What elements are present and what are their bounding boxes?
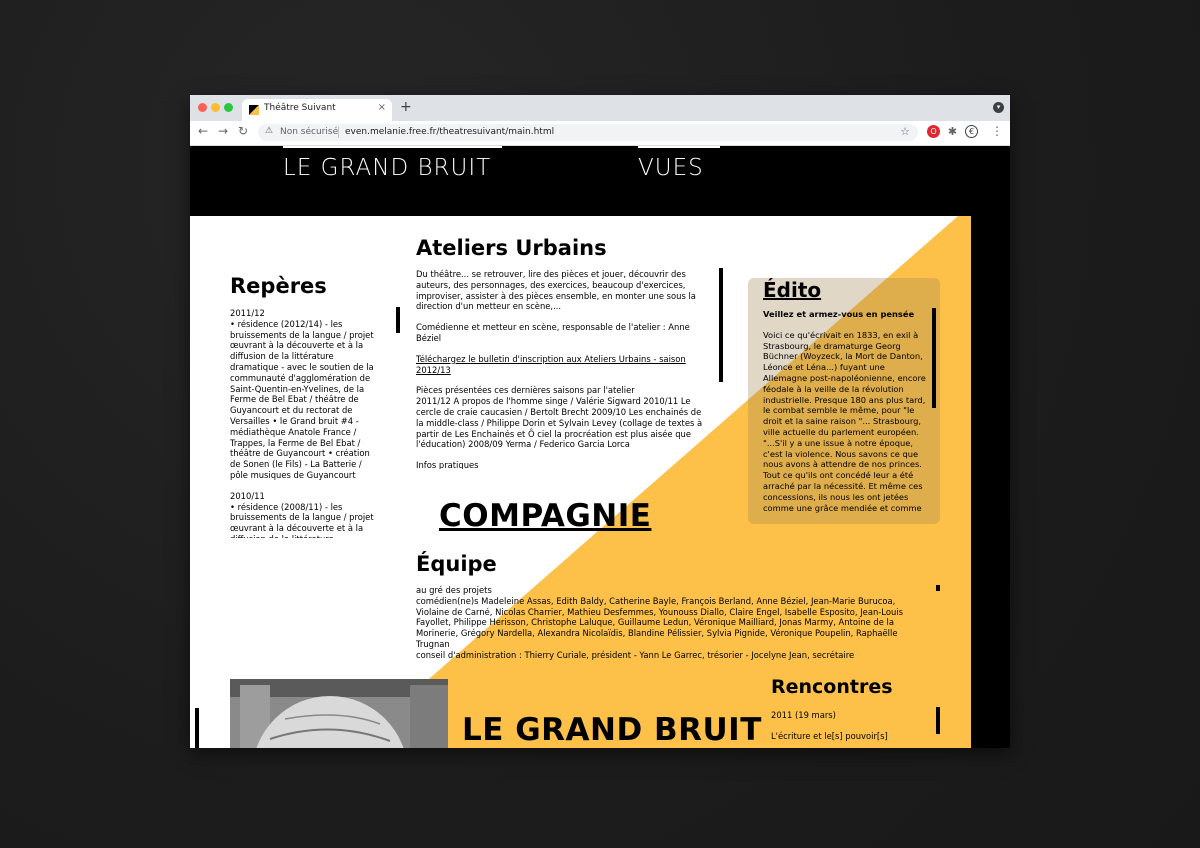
- rencontres-scrollbar[interactable]: [936, 707, 940, 734]
- reperes-list: 2011/12 • résidence (2012/14) - les brui…: [230, 308, 382, 538]
- ateliers-download-link[interactable]: Téléchargez le bulletin d'inscription au…: [416, 354, 686, 375]
- profile-avatar-icon[interactable]: €: [965, 125, 978, 138]
- reload-button[interactable]: ↻: [238, 124, 248, 138]
- globe-photo: [230, 679, 448, 748]
- warning-icon: ⚠: [265, 126, 274, 136]
- equipe-text: au gré des projets comédien(ne)s Madelei…: [416, 585, 908, 662]
- rencontres-text: 2011 (19 mars) L'écriture et le[s] pouvo…: [771, 710, 921, 748]
- nav-underline: [638, 146, 720, 148]
- maximize-window-button[interactable]: [224, 103, 233, 112]
- reperes-scrollbar[interactable]: [396, 307, 400, 333]
- globe-sculpture-image: [230, 679, 448, 748]
- new-tab-button[interactable]: +: [400, 100, 412, 114]
- edito-paragraph: Voici ce qu'écrivait en 1833, en exil à …: [763, 329, 926, 437]
- ateliers-responsable: Comédienne et metteur en scène, responsa…: [416, 322, 690, 343]
- browser-menu-button[interactable]: ⋮: [991, 124, 1003, 138]
- edito-subtitle: Veillez et armez-vous en pensée: [763, 309, 915, 319]
- edito-quote: "...S'il y a une issue à notre époque, c…: [763, 437, 923, 513]
- tab-close-icon[interactable]: ×: [378, 102, 386, 113]
- reperes-date: 2010/11: [230, 490, 265, 501]
- edito-title[interactable]: Édito: [763, 278, 821, 302]
- ateliers-infos[interactable]: Infos pratiques: [416, 460, 706, 469]
- reperes-entry: • résidence (2008/11) - les bruissements…: [230, 501, 374, 538]
- ateliers-intro: Du théâtre... se retrouver, lire des piè…: [416, 269, 696, 312]
- reperes-title: Repères: [230, 274, 327, 298]
- rencontres-item[interactable]: L'écriture et le[s] pouvoir[s]: [771, 731, 921, 742]
- minimize-window-button[interactable]: [211, 103, 220, 112]
- web-page: LE GRAND BRUIT VUES Repères 2011/12 • ré…: [190, 146, 1010, 748]
- ateliers-title: Ateliers Urbains: [416, 236, 607, 260]
- address-bar[interactable]: ⚠ Non sécurisé even.melanie.free.fr/thea…: [258, 124, 918, 141]
- edito-text: Veillez et armez-vous en pensée Voici ce…: [763, 309, 927, 521]
- url-divider: [338, 126, 339, 138]
- equipe-scrollbar[interactable]: [936, 585, 940, 591]
- reperes-entry: • résidence (2012/14) - les bruissements…: [230, 318, 374, 480]
- ateliers-scrollbar[interactable]: [719, 268, 723, 382]
- edito-panel: Édito Veillez et armez-vous en pensée Vo…: [748, 278, 940, 524]
- equipe-line: au gré des projets: [416, 585, 492, 595]
- equipe-comediens: comédien(ne)s Madeleine Assas, Edith Bal…: [416, 595, 903, 649]
- nav-label: LE GRAND BRUIT: [283, 155, 492, 181]
- browser-window: Théâtre Suivant × + ▾ ← → ↻ ⚠ Non sécuri…: [190, 95, 1010, 748]
- close-window-button[interactable]: [198, 103, 207, 112]
- nav-le-grand-bruit[interactable]: LE GRAND BRUIT: [283, 146, 502, 181]
- url-text[interactable]: even.melanie.free.fr/theatresuivant/main…: [345, 127, 554, 137]
- ateliers-text: Du théâtre... se retrouver, lire des piè…: [416, 269, 706, 469]
- main-content: Repères 2011/12 • résidence (2012/14) - …: [190, 216, 971, 748]
- tab-strip: Théâtre Suivant × + ▾: [190, 95, 1010, 121]
- tab-search-button[interactable]: ▾: [993, 102, 1004, 113]
- reperes-date: 2011/12: [230, 308, 265, 318]
- ateliers-pieces: 2011/12 A propos de l'homme singe / Valé…: [416, 396, 703, 450]
- compagnie-heading[interactable]: COMPAGNIE: [439, 498, 651, 534]
- edito-scrollbar[interactable]: [932, 308, 936, 408]
- nav-underline: [283, 146, 502, 148]
- nav-vues[interactable]: VUES: [638, 146, 720, 181]
- browser-toolbar: ← → ↻ ⚠ Non sécurisé even.melanie.free.f…: [190, 121, 1010, 146]
- bookmark-star-icon[interactable]: ☆: [900, 125, 910, 138]
- opera-extension-icon[interactable]: O: [927, 125, 940, 138]
- ateliers-pieces-heading: Pièces présentées ces dernières saisons …: [416, 385, 635, 396]
- rencontres-title: Rencontres: [771, 676, 893, 698]
- rencontres-date: 2011 (19 mars): [771, 710, 836, 720]
- nav-label: VUES: [638, 155, 704, 181]
- back-button[interactable]: ←: [198, 124, 208, 138]
- equipe-conseil: conseil d'administration : Thierry Curia…: [416, 649, 855, 660]
- security-label[interactable]: Non sécurisé: [280, 127, 338, 137]
- tab-active[interactable]: Théâtre Suivant ×: [242, 99, 392, 121]
- site-favicon-icon: [249, 105, 259, 115]
- left-edge-bar: [195, 708, 199, 748]
- equipe-title: Équipe: [416, 552, 497, 576]
- puzzle-extensions-icon[interactable]: ✱: [946, 125, 959, 138]
- forward-button[interactable]: →: [218, 124, 228, 138]
- grand-bruit-heading[interactable]: LE GRAND BRUIT: [462, 712, 762, 748]
- tab-title: Théâtre Suivant: [264, 103, 336, 113]
